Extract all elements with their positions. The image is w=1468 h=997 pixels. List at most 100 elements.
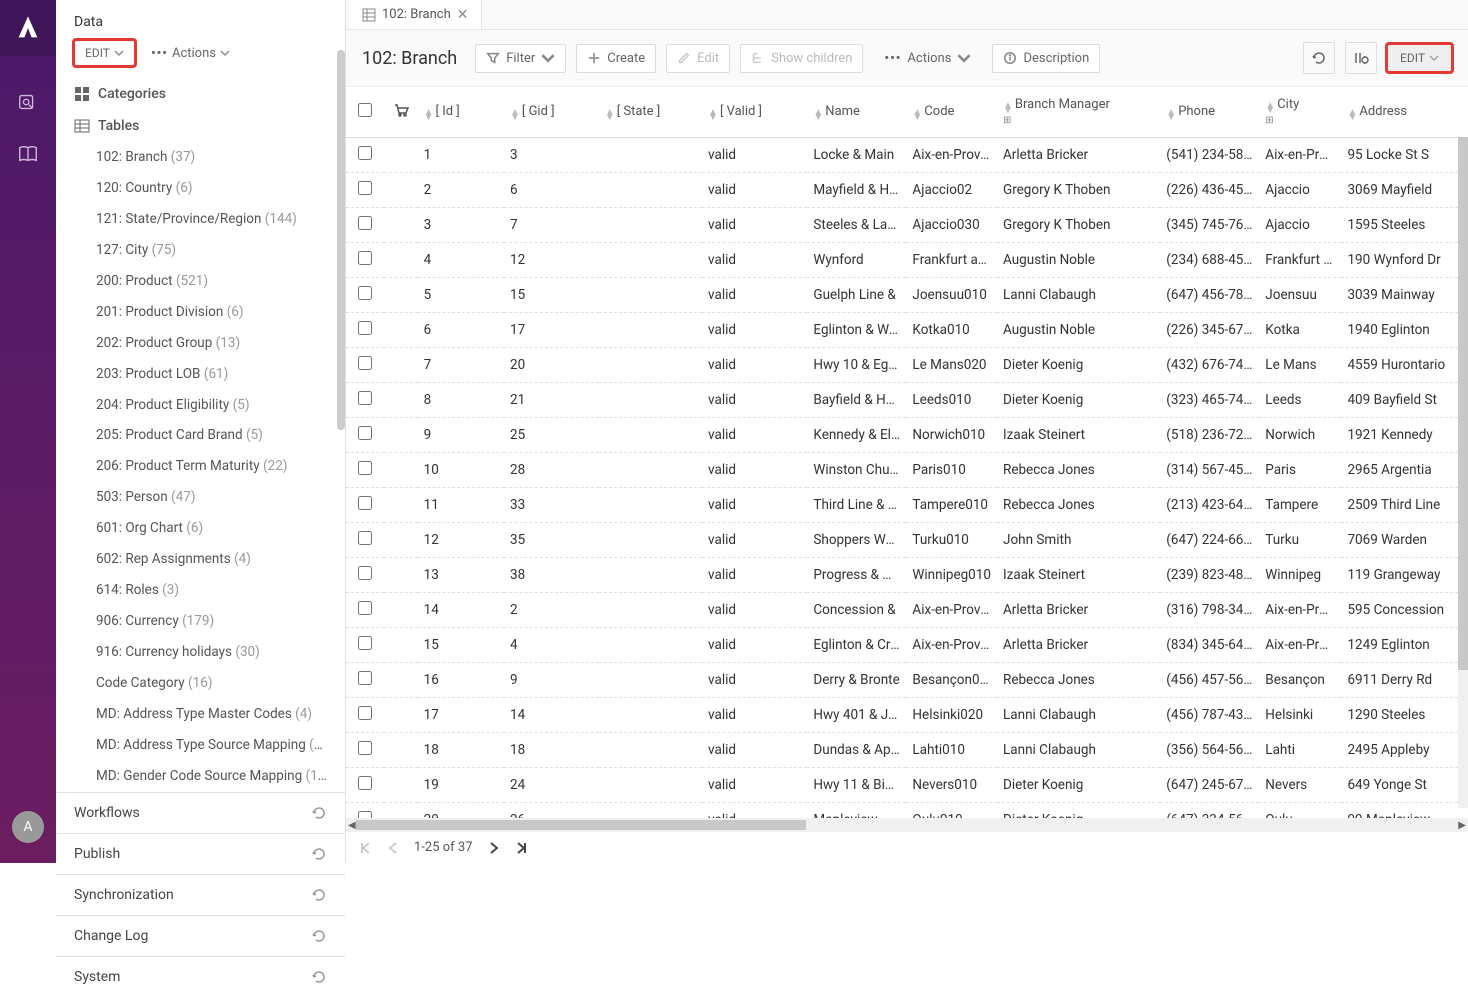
table-row[interactable]: 16 9 valid Derry & Bronte Besançon010 Re… [346, 663, 1468, 698]
avatar[interactable]: A [12, 811, 44, 843]
table-row[interactable]: 14 2 valid Concession & Aix-en-Provence0… [346, 593, 1468, 628]
refresh-button[interactable] [1303, 42, 1335, 74]
tree-item[interactable]: 202: Product Group (13) [56, 328, 345, 359]
row-checkbox[interactable] [346, 523, 384, 558]
sidebar-scrollbar[interactable] [337, 50, 345, 430]
tree-item[interactable]: 200: Product (521) [56, 266, 345, 297]
sidebar-section[interactable]: Publish [56, 833, 345, 874]
toolbar-actions-button[interactable]: ••• Actions [873, 44, 982, 73]
table-row[interactable]: 13 38 valid Progress & Grand Winnipeg010… [346, 558, 1468, 593]
row-checkbox[interactable] [346, 453, 384, 488]
row-checkbox[interactable] [346, 348, 384, 383]
table-row[interactable]: 6 17 valid Eglinton & Warden Kotka010 Au… [346, 313, 1468, 348]
tree-item[interactable]: 614: Roles (3) [56, 575, 345, 606]
vertical-scrollbar[interactable] [1458, 117, 1468, 808]
row-checkbox[interactable] [346, 173, 384, 208]
page-first[interactable] [358, 841, 372, 855]
tree-item[interactable]: 203: Product LOB (61) [56, 359, 345, 390]
row-checkbox[interactable] [346, 313, 384, 348]
tree-item[interactable]: MD: Address Type Source Mapping (107) [56, 730, 345, 761]
scroll-left-icon[interactable]: ◀ [348, 820, 356, 831]
row-checkbox[interactable] [346, 243, 384, 278]
filter-button[interactable]: Filter [475, 44, 566, 73]
categories-group[interactable]: Categories [56, 78, 345, 110]
tree-item[interactable]: 906: Currency (179) [56, 606, 345, 637]
row-checkbox[interactable] [346, 628, 384, 663]
tree-item[interactable]: MD: Address Type Master Codes (4) [56, 699, 345, 730]
settings-button[interactable] [1345, 42, 1377, 74]
table-row[interactable]: 3 7 valid Steeles & Laurel Ajaccio030 Gr… [346, 208, 1468, 243]
tree-item[interactable]: 206: Product Term Maturity (22) [56, 451, 345, 482]
tree-item[interactable]: MD: Gender Code Source Mapping (10) [56, 761, 345, 792]
sidebar-section[interactable]: Workflows [56, 792, 345, 833]
tree-item[interactable]: 121: State/Province/Region (144) [56, 204, 345, 235]
sidebar-section[interactable]: Change Log [56, 915, 345, 956]
tables-group[interactable]: Tables [56, 110, 345, 142]
search-icon[interactable] [8, 82, 48, 122]
col-city[interactable]: ▲▼City⊞ [1259, 87, 1341, 138]
tree-item[interactable]: 503: Person (47) [56, 482, 345, 513]
col-gid[interactable]: ▲▼[ Gid ] [504, 87, 599, 138]
col-code[interactable]: ▲▼Code [906, 87, 997, 138]
table-row[interactable]: 1 3 valid Locke & Main Aix-en-Provence01… [346, 138, 1468, 173]
show-children-button[interactable]: Show children [740, 44, 863, 73]
tree-item[interactable]: 120: Country (6) [56, 173, 345, 204]
row-checkbox[interactable] [346, 488, 384, 523]
description-button[interactable]: Description [992, 44, 1100, 73]
edit-button[interactable]: Edit [666, 44, 730, 73]
table-row[interactable]: 18 18 valid Dundas & Appleby Lahti010 La… [346, 733, 1468, 768]
table-row[interactable]: 17 14 valid Hwy 401 & Jane Helsinki020 L… [346, 698, 1468, 733]
tab-branch[interactable]: 102: Branch ✕ [350, 0, 482, 29]
table-row[interactable]: 4 12 valid Wynford Frankfurt am Main010 … [346, 243, 1468, 278]
horizontal-scrollbar[interactable]: ◀ ▶ [346, 818, 1468, 832]
tree-item[interactable]: Code Category (16) [56, 668, 345, 699]
book-icon[interactable] [8, 134, 48, 174]
sidebar-section[interactable]: Synchronization [56, 874, 345, 915]
page-last[interactable] [515, 841, 529, 855]
col-id[interactable]: ▲▼[ Id ] [418, 87, 504, 138]
col-phone[interactable]: ▲▼Phone [1160, 87, 1259, 138]
sidebar-edit-button[interactable]: EDIT [74, 40, 135, 66]
table-row[interactable]: 12 35 valid Shoppers Warden Turku010 Joh… [346, 523, 1468, 558]
table-row[interactable]: 5 15 valid Guelph Line & Joensuu010 Lann… [346, 278, 1468, 313]
row-checkbox[interactable] [346, 138, 384, 173]
col-address[interactable]: ▲▼Address [1341, 87, 1468, 138]
row-checkbox[interactable] [346, 593, 384, 628]
table-row[interactable]: 10 28 valid Winston Churchill Paris010 R… [346, 453, 1468, 488]
row-checkbox[interactable] [346, 733, 384, 768]
table-row[interactable]: 20 26 valid Mapleview Oulu010 Dieter Koe… [346, 803, 1468, 819]
table-row[interactable]: 11 33 valid Third Line & Dundas Tampere0… [346, 488, 1468, 523]
close-icon[interactable]: ✕ [457, 7, 469, 23]
row-checkbox[interactable] [346, 663, 384, 698]
cart-column[interactable] [384, 87, 418, 138]
tree-item[interactable]: 204: Product Eligibility (5) [56, 390, 345, 421]
create-button[interactable]: Create [576, 44, 656, 73]
tree-item[interactable]: 127: City (75) [56, 235, 345, 266]
col-name[interactable]: ▲▼Name [807, 87, 906, 138]
select-all-checkbox[interactable] [346, 87, 384, 138]
row-checkbox[interactable] [346, 698, 384, 733]
tree-item[interactable]: 916: Currency holidays (30) [56, 637, 345, 668]
tree-item[interactable]: 602: Rep Assignments (4) [56, 544, 345, 575]
row-checkbox[interactable] [346, 558, 384, 593]
sidebar-actions-button[interactable]: ••• Actions [143, 41, 238, 66]
row-checkbox[interactable] [346, 418, 384, 453]
table-row[interactable]: 15 4 valid Eglinton & Creditview Aix-en-… [346, 628, 1468, 663]
row-checkbox[interactable] [346, 278, 384, 313]
table-row[interactable]: 8 21 valid Bayfield & Heather Leeds010 D… [346, 383, 1468, 418]
table-row[interactable]: 9 25 valid Kennedy & Ellesmere Norwich01… [346, 418, 1468, 453]
col-branch-manager[interactable]: ▲▼Branch Manager⊞ [997, 87, 1160, 138]
tree-item[interactable]: 201: Product Division (6) [56, 297, 345, 328]
table-row[interactable]: 7 20 valid Hwy 10 & Eglinton Le Mans020 … [346, 348, 1468, 383]
tree-item[interactable]: 601: Org Chart (6) [56, 513, 345, 544]
row-checkbox[interactable] [346, 803, 384, 819]
scroll-right-icon[interactable]: ▶ [1458, 820, 1466, 831]
table-row[interactable]: 19 24 valid Hwy 11 & Big Bay Nevers010 D… [346, 768, 1468, 803]
row-checkbox[interactable] [346, 768, 384, 803]
row-checkbox[interactable] [346, 208, 384, 243]
tree-item[interactable]: 205: Product Card Brand (5) [56, 420, 345, 451]
app-logo[interactable] [0, 0, 56, 56]
page-prev[interactable] [386, 841, 400, 855]
col-valid[interactable]: ▲▼[ Valid ] [702, 87, 807, 138]
tree-item[interactable]: 102: Branch (37) [56, 142, 345, 173]
